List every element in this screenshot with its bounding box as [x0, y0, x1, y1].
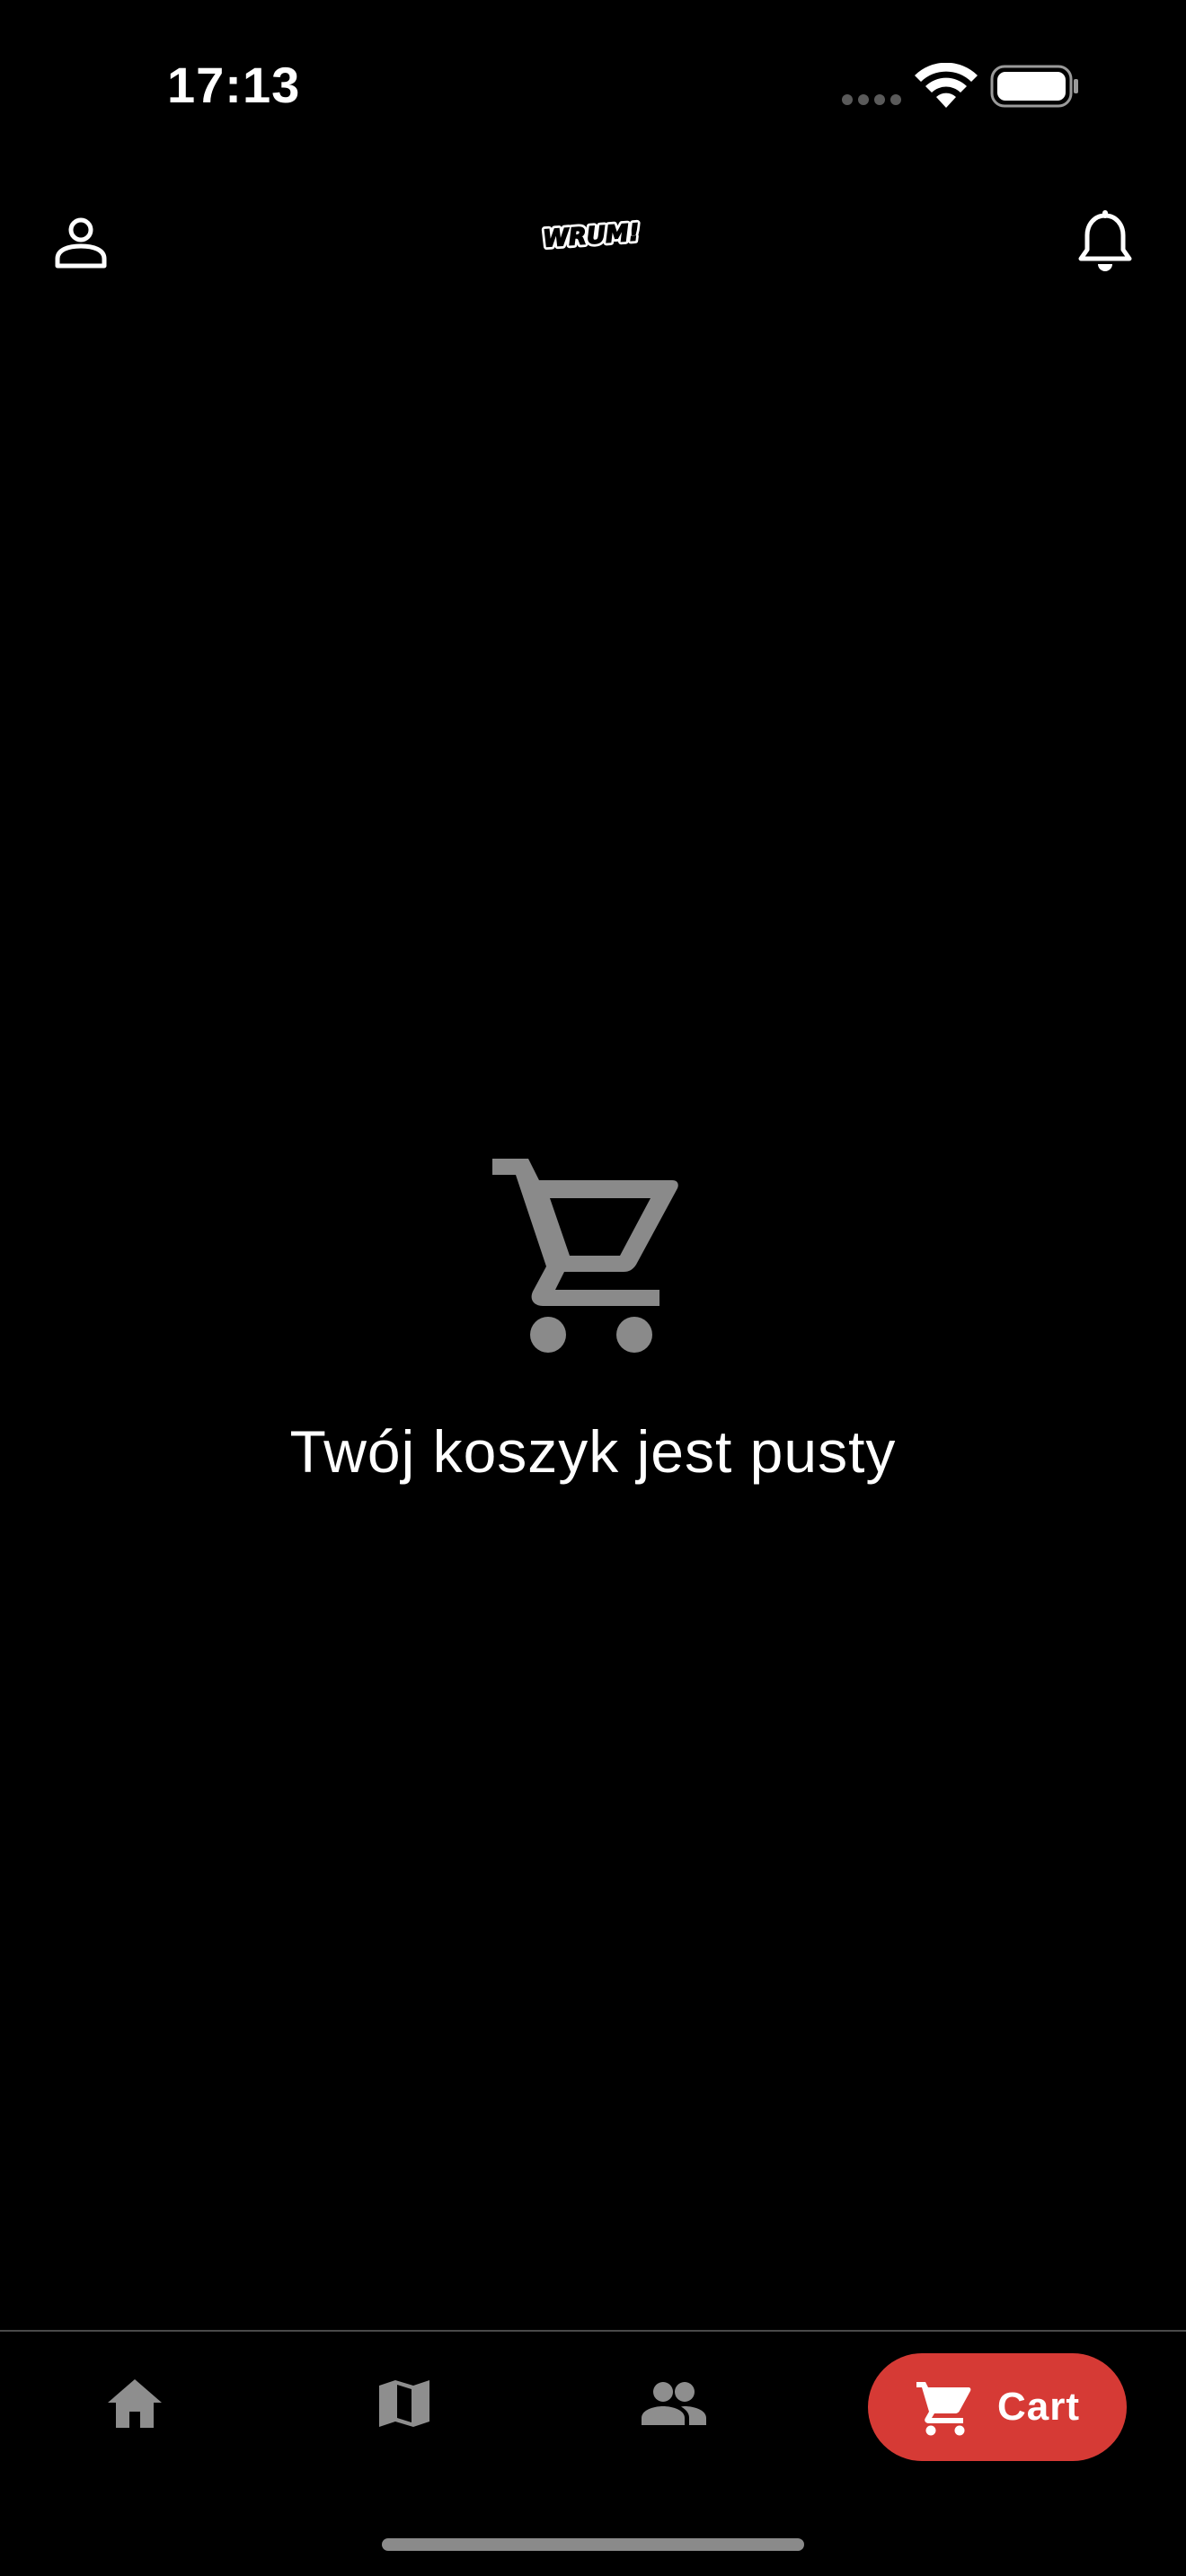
- wifi-icon: [915, 63, 978, 108]
- nav-community[interactable]: [611, 2350, 737, 2457]
- cellular-signal-icon: [842, 94, 901, 105]
- top-app-bar: WRUM! WRUM!: [0, 171, 1186, 314]
- status-bar: 17:13: [0, 0, 1186, 171]
- notifications-button[interactable]: [1060, 198, 1150, 287]
- people-icon: [642, 2382, 706, 2425]
- home-indicator[interactable]: [382, 2538, 804, 2551]
- nav-map[interactable]: [341, 2350, 467, 2457]
- map-icon: [379, 2380, 429, 2427]
- nav-cart-label: Cart: [996, 2385, 1081, 2429]
- bell-icon: [1078, 210, 1132, 271]
- nav-home[interactable]: [72, 2350, 198, 2457]
- profile-button[interactable]: [36, 198, 126, 287]
- empty-cart-message: Twój koszyk jest pusty: [289, 1418, 897, 1485]
- battery-icon: [990, 65, 1078, 108]
- empty-cart-state: Twój koszyk jest pusty: [0, 1159, 1186, 1518]
- nav-cart[interactable]: Cart: [868, 2353, 1127, 2461]
- status-time: 17:13: [167, 57, 301, 113]
- person-icon: [55, 217, 107, 269]
- cart-icon: [916, 2382, 971, 2436]
- brand-logo: WRUM! WRUM!: [539, 216, 643, 256]
- svg-text:WRUM!: WRUM!: [542, 219, 640, 252]
- home-icon: [108, 2379, 162, 2428]
- shopping-cart-icon: [492, 1159, 678, 1353]
